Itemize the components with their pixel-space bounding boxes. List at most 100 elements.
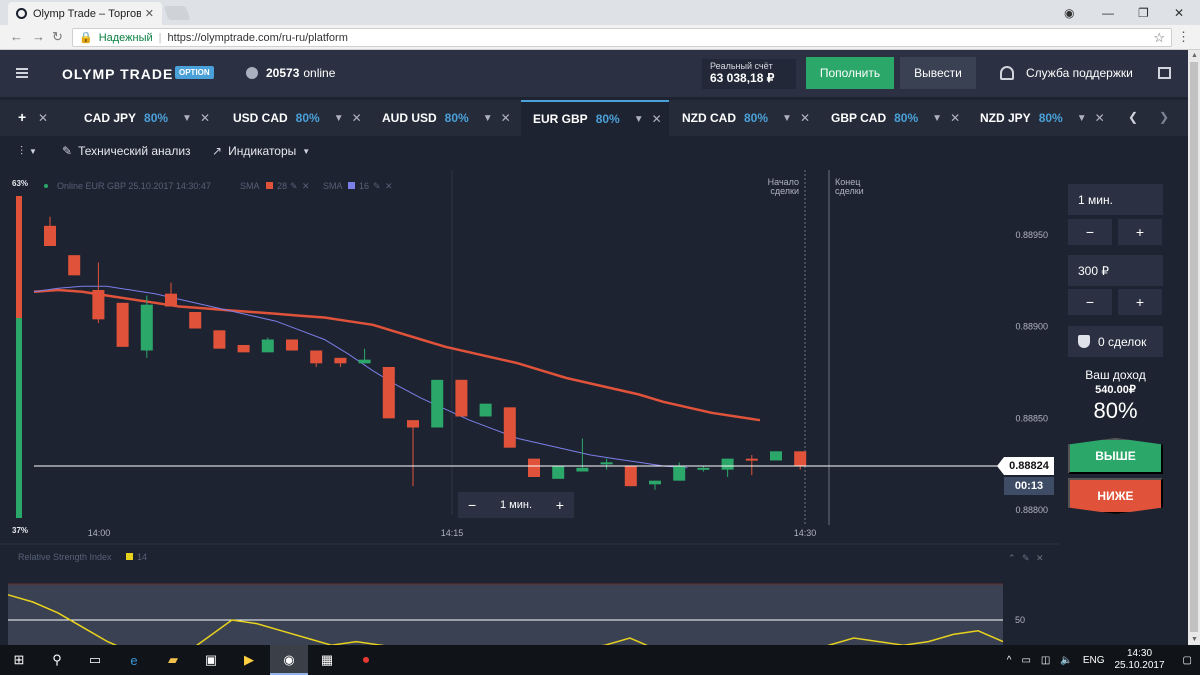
url-separator: | <box>158 31 162 44</box>
browser-tab[interactable]: Olymp Trade – Торговая ✕ <box>8 2 162 25</box>
lower-button[interactable]: НИЖЕ <box>1068 478 1163 514</box>
chevron-down-icon[interactable]: ▼ <box>334 113 344 124</box>
add-asset-icon[interactable]: + <box>18 109 26 125</box>
record-icon[interactable]: ⏺ <box>357 651 375 669</box>
windows-start-icon[interactable]: ⊞ <box>10 651 28 669</box>
asset-tab-nzdcad[interactable]: NZD CAD 80% ▼ ✕ <box>672 100 817 136</box>
tech-analysis-button[interactable]: ✎ Технический анализ <box>62 144 191 158</box>
sma2-period: 16 <box>359 181 369 191</box>
asset-tab-close-icon[interactable]: ✕ <box>38 100 48 136</box>
maximize-button[interactable]: ❐ <box>1138 0 1149 25</box>
asset-tab-name: NZD JPY <box>980 111 1031 125</box>
reload-icon[interactable]: ↻ <box>52 29 63 45</box>
y-tick-label: 0.88850 <box>1015 413 1048 423</box>
duration-minus-button[interactable]: − <box>1068 219 1112 245</box>
notifications-icon[interactable]: ▢ <box>1183 655 1192 666</box>
asset-tab-nzdjpy[interactable]: NZD JPY 80% ▼ ✕ <box>970 100 1115 136</box>
sma2-edit-icon[interactable]: ✎ <box>373 181 381 191</box>
income-block: Ваш доход 540.00₽ 80% <box>1068 368 1163 424</box>
close-icon[interactable]: ✕ <box>200 111 210 125</box>
scroll-down-icon[interactable]: ▼ <box>1191 636 1198 643</box>
tab-close-icon[interactable]: ✕ <box>145 7 154 20</box>
browser-tab-title: Olymp Trade – Торговая <box>33 7 141 20</box>
tray-chevron-icon[interactable]: ^ <box>1007 655 1012 666</box>
asset-tab-payout: 80% <box>894 111 919 125</box>
close-icon[interactable]: ✕ <box>652 112 662 126</box>
side-panel-icon[interactable] <box>1158 67 1171 79</box>
back-icon[interactable]: ← <box>10 29 23 44</box>
chrome-icon[interactable]: ◉ <box>280 651 298 669</box>
task-view-icon[interactable]: ▭ <box>86 651 104 669</box>
asset-tab-eurgbp[interactable]: EUR GBP 80% ▼ ✕ <box>521 100 669 136</box>
rsi-collapse-icon[interactable]: ⌃ <box>1008 553 1016 563</box>
minimize-button[interactable]: — <box>1102 0 1114 25</box>
scroll-thumb[interactable] <box>1190 62 1198 632</box>
tabs-prev-icon[interactable]: ❮ <box>1128 110 1138 124</box>
close-icon[interactable]: ✕ <box>800 111 810 125</box>
chevron-down-icon[interactable]: ▼ <box>1077 113 1087 124</box>
indicators-button[interactable]: ↗ Индикаторы ▼ <box>212 144 316 158</box>
sma1-remove-icon[interactable]: ✕ <box>302 181 310 191</box>
amount-minus-button[interactable]: − <box>1068 289 1112 315</box>
close-icon[interactable]: ✕ <box>950 111 960 125</box>
system-tray: ^ ▭ ◫ 🔈 ENG 14:30 25.10.2017 ▢ <box>1007 645 1200 675</box>
deals-counter[interactable]: 0 сделок <box>1068 326 1163 357</box>
deals-label: 0 сделок <box>1098 334 1147 349</box>
account-selector[interactable]: Реальный счёт 63 038,18 ₽ <box>702 59 796 89</box>
chevron-down-icon[interactable]: ▼ <box>782 113 792 124</box>
rsi-close-icon[interactable]: ✕ <box>1036 553 1044 563</box>
media-player-icon[interactable]: ▶ <box>240 651 258 669</box>
x-tick-label: 14:15 <box>441 528 464 538</box>
calculator-icon[interactable]: ▦ <box>318 651 336 669</box>
page-scrollbar[interactable]: ▲ ▼ <box>1188 50 1200 645</box>
sma2-remove-icon[interactable]: ✕ <box>385 181 393 191</box>
edge-icon[interactable]: e <box>125 651 143 669</box>
profile-icon[interactable]: ◉ <box>1064 0 1074 25</box>
store-icon[interactable]: ▣ <box>202 651 220 669</box>
url-input[interactable]: 🔒 Надежный | https://olymptrade.com/ru-r… <box>72 28 1172 47</box>
duration-field[interactable]: 1 мин. <box>1068 184 1163 215</box>
price-chart[interactable]: 63% 37% Online EUR GBP 25.10.2017 14:30:… <box>0 170 1060 645</box>
amount-field[interactable]: 300 ₽ <box>1068 255 1163 286</box>
file-explorer-icon[interactable]: ▰ <box>164 651 182 669</box>
hamburger-menu-icon[interactable] <box>16 68 28 78</box>
forward-icon[interactable]: → <box>32 29 45 44</box>
chevron-down-icon[interactable]: ▼ <box>483 113 493 124</box>
support-link[interactable]: Служба поддержки <box>1000 66 1133 80</box>
rsi-edit-icon[interactable]: ✎ <box>1022 553 1030 563</box>
close-icon[interactable]: ✕ <box>501 111 511 125</box>
account-balance: 63 038,18 ₽ <box>710 71 775 85</box>
clock[interactable]: 14:30 25.10.2017 <box>1114 648 1164 672</box>
chevron-down-icon[interactable]: ▼ <box>932 113 942 124</box>
deposit-button[interactable]: Пополнить <box>806 57 894 89</box>
language-indicator[interactable]: ENG <box>1083 655 1105 666</box>
asset-tab-usdcad[interactable]: USD CAD 80% ▼ ✕ <box>223 100 368 136</box>
duration-plus-button[interactable]: + <box>1118 219 1162 245</box>
chevron-down-icon[interactable]: ▼ <box>634 114 644 125</box>
close-icon[interactable]: ✕ <box>352 111 362 125</box>
timeframe-plus-button[interactable]: + <box>556 497 564 513</box>
timeframe-minus-button[interactable]: − <box>468 497 476 513</box>
asset-tab-gbpcad[interactable]: GBP CAD 80% ▼ ✕ <box>821 100 966 136</box>
online-count: 20573 <box>266 66 300 80</box>
network-icon[interactable]: ◫ <box>1041 655 1050 666</box>
volume-icon[interactable]: 🔈 <box>1060 655 1072 666</box>
tabs-next-icon[interactable]: ❯ <box>1159 110 1169 124</box>
close-icon[interactable]: ✕ <box>1095 111 1105 125</box>
new-tab-button[interactable] <box>163 6 191 20</box>
chart-type-selector[interactable]: ⫶ ▼ <box>20 144 43 159</box>
bookmark-star-icon[interactable]: ☆ <box>1153 30 1165 46</box>
battery-icon[interactable]: ▭ <box>1021 655 1030 666</box>
sma1-edit-icon[interactable]: ✎ <box>290 181 298 191</box>
amount-plus-button[interactable]: + <box>1118 289 1162 315</box>
asset-tab-cadjpy[interactable]: CAD JPY 80% ▼ ✕ <box>74 100 219 136</box>
browser-menu-icon[interactable]: ⋮ <box>1177 29 1190 45</box>
scroll-up-icon[interactable]: ▲ <box>1191 52 1198 59</box>
higher-button[interactable]: ВЫШЕ <box>1068 438 1163 474</box>
chevron-down-icon: ▼ <box>29 147 37 156</box>
asset-tab-audusd[interactable]: AUD USD 80% ▼ ✕ <box>372 100 517 136</box>
chevron-down-icon[interactable]: ▼ <box>182 113 192 124</box>
close-window-button[interactable]: ✕ <box>1174 0 1184 25</box>
withdraw-button[interactable]: Вывести <box>900 57 976 89</box>
search-icon[interactable]: ⚲ <box>48 651 66 669</box>
